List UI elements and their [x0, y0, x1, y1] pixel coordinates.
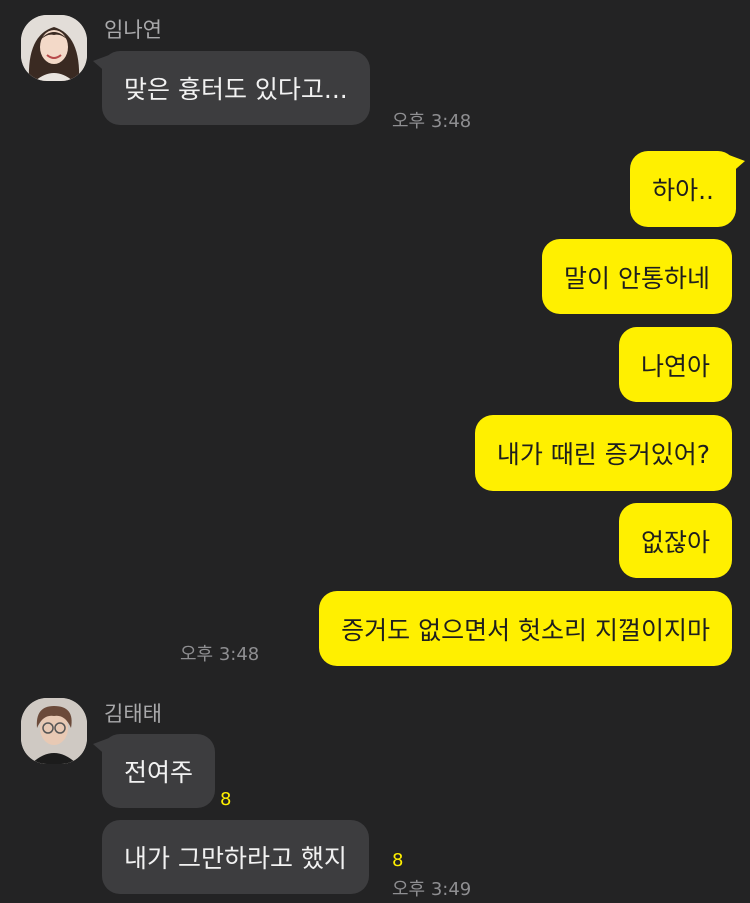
message-text: 전여주 — [124, 758, 194, 787]
message-text: 내가 때린 증거있어? — [496, 440, 710, 469]
message-text: 증거도 없으면서 헛소리 지껄이지마 — [341, 615, 710, 645]
message-bubble-incoming[interactable]: 전여주 — [93, 734, 216, 808]
message-text: 맞은 흉터도 있다고... — [124, 75, 348, 104]
message-text: 없잖아 — [640, 527, 710, 557]
bubble-tail — [93, 55, 109, 75]
message-bubble-outgoing[interactable]: 말이 안통하네 — [542, 239, 732, 314]
message-bubble-outgoing[interactable]: 하아.. — [630, 151, 745, 227]
message-bubble-outgoing[interactable]: 나연아 — [618, 327, 732, 402]
message-timestamp: 오후 3:48 — [180, 644, 260, 665]
message-text: 나연아 — [640, 351, 710, 381]
message-timestamp: 오후 3:48 — [392, 111, 472, 132]
avatar-taetae[interactable] — [21, 698, 87, 764]
profile-photo-icon — [21, 15, 87, 81]
message-text: 말이 안통하네 — [564, 263, 710, 293]
bubble-tail — [93, 738, 109, 758]
bubble-tail — [729, 155, 745, 175]
unread-count: 8 — [220, 789, 232, 810]
message-text: 하아.. — [652, 176, 714, 205]
profile-photo-icon — [21, 698, 87, 764]
message-bubble-outgoing[interactable]: 없잖아 — [618, 503, 732, 578]
unread-count: 8 — [392, 850, 404, 871]
sender-name-nayeon: 임나연 — [104, 18, 162, 42]
message-bubble-outgoing[interactable]: 내가 때린 증거있어? — [474, 415, 732, 491]
message-timestamp: 오후 3:49 — [392, 879, 472, 900]
message-text: 내가 그만하라고 했지 — [124, 844, 347, 873]
sender-name-taetae: 김태태 — [104, 702, 162, 726]
message-bubble-incoming[interactable]: 맞은 흉터도 있다고... — [93, 51, 370, 125]
avatar-nayeon[interactable] — [21, 15, 87, 81]
message-bubble-outgoing[interactable]: 증거도 없으면서 헛소리 지껄이지마 — [319, 591, 732, 666]
message-bubble-incoming[interactable]: 내가 그만하라고 했지 — [102, 820, 369, 894]
